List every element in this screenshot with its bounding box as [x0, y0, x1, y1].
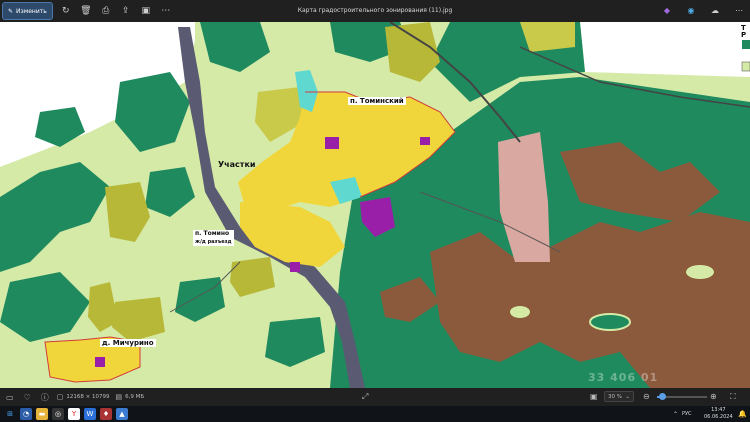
- delete-icon[interactable]: 🗑: [79, 4, 93, 18]
- cloud-icon[interactable]: ☁: [708, 3, 722, 17]
- taskbar-photos-icon[interactable]: ▲: [116, 408, 128, 420]
- print-icon[interactable]: ⎙: [99, 4, 113, 18]
- taskbar-yandex-icon[interactable]: Y: [68, 408, 80, 420]
- chevron-up-icon[interactable]: ⌃: [673, 411, 678, 418]
- dimensions-icon: ▢: [56, 393, 64, 401]
- chevron-down-icon: ⌄: [625, 393, 630, 400]
- file-size: 6,9 МБ: [125, 394, 145, 400]
- taskbar-date: 06.06.2024: [704, 414, 733, 420]
- taskbar-time: 13:47: [711, 407, 726, 413]
- taskbar-app-2-icon[interactable]: ▬: [36, 408, 48, 420]
- status-bar: ▭ ♡ ⓘ ▢ 12168 × 10799 ▤ 6,9 МБ ⤢ ▣ 30 % …: [0, 388, 750, 406]
- image-dimensions: 12168 × 10799: [66, 394, 110, 400]
- label-uchastki: Участки: [218, 160, 256, 169]
- taskbar-lang[interactable]: РУС: [682, 411, 692, 417]
- edit-icon: ✎: [8, 7, 14, 15]
- zoom-out-icon[interactable]: ⊖: [643, 392, 650, 401]
- fit-icon[interactable]: ▣: [590, 392, 598, 401]
- zoom-slider[interactable]: [657, 393, 707, 400]
- edit-button[interactable]: ✎ Изменить: [2, 2, 53, 20]
- expand-icon[interactable]: ⤢: [362, 392, 368, 402]
- label-tominsky: п. Томинский: [348, 97, 406, 105]
- app-icon-2[interactable]: ◉: [684, 3, 698, 17]
- taskbar-clock[interactable]: 13:47 06.06.2024: [704, 407, 733, 421]
- app-icon-1[interactable]: ◆: [660, 3, 674, 17]
- rotate-icon[interactable]: ↻: [59, 4, 73, 18]
- gallery-icon[interactable]: ▣: [139, 4, 153, 18]
- zoom-value: 30 %: [608, 393, 622, 400]
- label-tomino: п. Томино ж/д разъезд: [193, 230, 234, 246]
- info-icon[interactable]: ⓘ: [41, 392, 49, 403]
- monitor-icon[interactable]: ▭: [6, 393, 14, 402]
- file-size-icon: ▤: [115, 393, 123, 401]
- label-tomino-sub: ж/д разъезд: [195, 239, 232, 245]
- zoom-in-icon[interactable]: ⊕: [710, 392, 717, 401]
- zoom-slider-thumb[interactable]: [659, 393, 666, 400]
- taskbar: ⊞ ◔ ▬ ◎ Y W ♦ ▲ ⌃ РУС 13:47 06.06.2024 🔔: [0, 406, 750, 422]
- title-bar: ✎ Изменить ↻ 🗑 ⎙ ⇪ ▣ ⋯ Карта градостроит…: [0, 0, 750, 22]
- notification-icon[interactable]: 🔔: [738, 410, 747, 418]
- heart-icon[interactable]: ♡: [24, 393, 31, 402]
- zoom-select[interactable]: 30 % ⌄: [604, 391, 634, 402]
- more-options-icon[interactable]: ⋯: [732, 3, 746, 17]
- taskbar-app-6-icon[interactable]: ♦: [100, 408, 112, 420]
- taskbar-app-1-icon[interactable]: ◔: [20, 408, 32, 420]
- map-image[interactable]: п. Томинский Участки п. Томино ж/д разъе…: [0, 22, 750, 388]
- more-icon[interactable]: ⋯: [159, 4, 173, 18]
- taskbar-app-5-icon[interactable]: W: [84, 408, 96, 420]
- taskbar-app-3-icon[interactable]: ◎: [52, 408, 64, 420]
- fullscreen-icon[interactable]: ⛶: [730, 392, 736, 402]
- windows-start-icon[interactable]: ⊞: [4, 408, 16, 420]
- label-tomino-name: п. Томино: [195, 230, 230, 237]
- watermark: 33 406 01: [588, 371, 659, 384]
- share-icon[interactable]: ⇪: [119, 4, 133, 18]
- legend-partial-2: Р: [741, 31, 747, 39]
- label-michurino: д. Мичурино: [100, 339, 156, 347]
- edit-button-label: Изменить: [16, 7, 47, 15]
